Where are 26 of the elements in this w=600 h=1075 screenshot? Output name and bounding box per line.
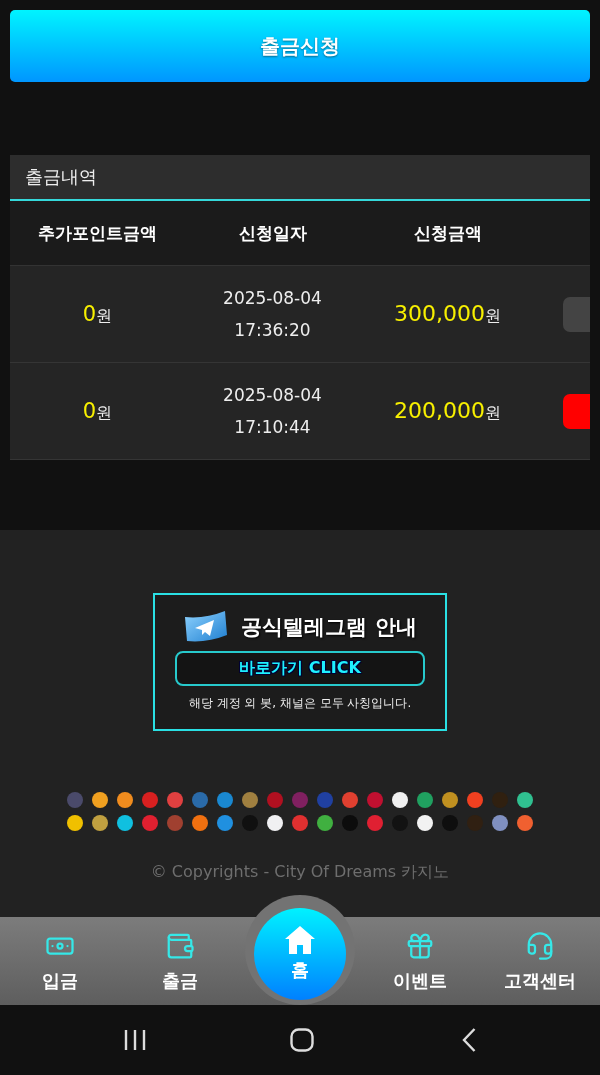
copyright-text: © Copyrights - City Of Dreams 카지노 (150, 862, 450, 883)
paper-plane-flag-icon (183, 611, 230, 643)
table-cell-text: 2025-08-04 17:10:44 (222, 384, 323, 439)
back-icon[interactable] (461, 1028, 476, 1052)
house-icon (285, 926, 315, 954)
table-cell-text: 0원 (81, 301, 114, 327)
column-header: 신청금액 (412, 221, 483, 245)
nav-tab[interactable]: 입금 (42, 917, 78, 1005)
column-header: 신청일자 (237, 221, 308, 245)
table-cell-text: 300,000원 (393, 301, 502, 327)
wallet-icon (165, 931, 195, 961)
shortcut-click-link[interactable]: 바로가기 CLICK (175, 651, 425, 686)
gift-icon (405, 931, 435, 961)
home-icon[interactable] (289, 1028, 314, 1052)
headset-icon (525, 931, 555, 961)
table-cell-text: 2025-08-04 17:36:20 (222, 287, 323, 342)
nav-tab[interactable]: 고객센터 (504, 917, 576, 1005)
banner-title: 공식텔레그램 안내 (241, 614, 417, 641)
panel-title: 출금내역 (10, 155, 590, 201)
column-header: 추가포인트금액 (37, 221, 158, 245)
notice-text: 해당 계정 외 봇, 채널은 모두 사칭입니다. (188, 695, 412, 712)
table-cell-text: 0원 (81, 398, 114, 424)
nav-tab[interactable]: 이벤트 (393, 917, 447, 1005)
nav-tab[interactable]: 출금 (162, 917, 198, 1005)
table-cell-text: 200,000원 (393, 398, 502, 424)
recent-apps-icon[interactable] (123, 1029, 146, 1051)
